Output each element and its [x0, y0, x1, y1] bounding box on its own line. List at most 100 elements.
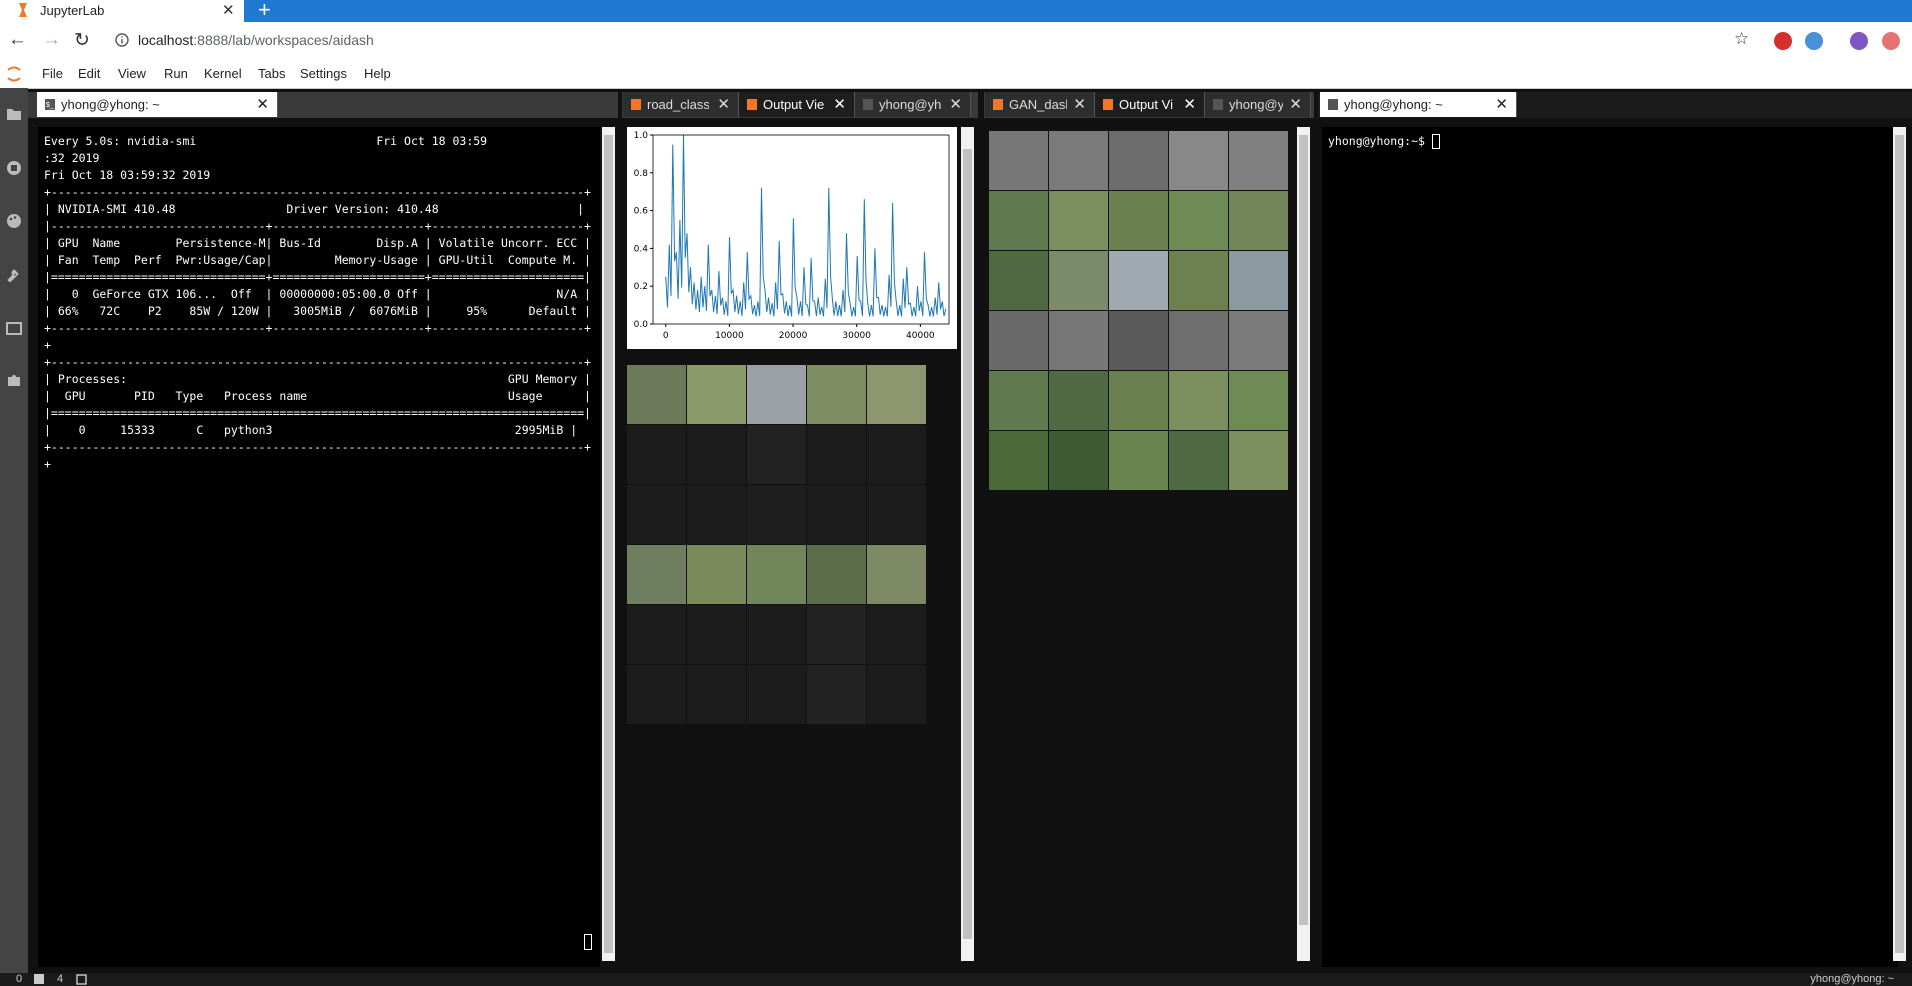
left-panel-tabbar: $_ yhong@yhong: ~ ✕	[28, 92, 618, 118]
aerial-image-tile	[989, 191, 1048, 250]
road-image-tile	[867, 485, 926, 544]
forward-icon[interactable]: →	[42, 29, 61, 51]
x-tick-label: 10000	[715, 331, 744, 341]
y-tick-label: 1.0	[634, 131, 649, 141]
terminal-line: | GPU PID Type Process name Usage |	[44, 389, 591, 403]
y-tick-label: 0.2	[634, 282, 648, 292]
aerial-image-tile	[1049, 431, 1108, 490]
tab-terminal[interactable]: yhong@yh ✕	[855, 92, 971, 117]
notebook-icon	[1103, 99, 1113, 110]
aerial-image-tile	[1169, 251, 1228, 310]
status-kernels-count[interactable]: 0	[16, 973, 22, 985]
road-image-tile	[867, 605, 926, 664]
profile-avatar-icon[interactable]	[1850, 32, 1868, 50]
road-image-tile	[807, 365, 866, 424]
scrollbar[interactable]	[602, 127, 615, 961]
menu-run[interactable]: Run	[164, 66, 188, 81]
scrollbar[interactable]	[1297, 127, 1310, 961]
terminal-cursor	[584, 934, 592, 950]
terminal-line: | Processes: GPU Memory |	[44, 372, 591, 386]
terminal-line: | NVIDIA-SMI 410.48 Driver Version: 410.…	[44, 202, 585, 216]
close-icon[interactable]: ✕	[1289, 95, 1302, 113]
terminal-line: | 0 15333 C python3 2995MiB |	[44, 423, 578, 437]
terminal-icon: $_	[45, 99, 55, 110]
menu-file[interactable]: File	[42, 66, 63, 81]
palette-icon[interactable]	[6, 213, 22, 229]
menu-settings[interactable]: Settings	[300, 66, 347, 81]
terminal-icon	[1328, 99, 1338, 110]
browser-tab-title: JupyterLab	[40, 3, 105, 18]
settings-icon[interactable]	[76, 974, 87, 985]
menu-help[interactable]: Help	[364, 66, 391, 81]
road-image-tile	[747, 365, 806, 424]
tab-gan-dash[interactable]: GAN_dasl ✕	[985, 92, 1095, 117]
terminal-line: +---------------------------------------…	[44, 355, 591, 369]
tab-terminal[interactable]: $_ yhong@yhong: ~ ✕	[37, 92, 278, 117]
road-image-tile	[867, 365, 926, 424]
tab-output-view[interactable]: Output Vie ✕	[739, 92, 855, 117]
aerial-image-tile	[1229, 371, 1288, 430]
nvidia-smi-terminal[interactable]: Every 5.0s: nvidia-smi Fri Oct 18 03:59:…	[38, 127, 600, 967]
terminal-line: | Fan Temp Perf Pwr:Usage/Cap| Memory-Us…	[44, 253, 591, 267]
terminal-cursor	[1431, 134, 1440, 149]
tab-road-classif[interactable]: road_classif ✕	[623, 92, 739, 117]
scrollbar[interactable]	[1893, 127, 1906, 961]
close-icon[interactable]: ✕	[256, 95, 269, 113]
jupyter-favicon-icon	[19, 3, 27, 17]
back-icon[interactable]: ←	[8, 29, 27, 51]
tab-output-view[interactable]: Output Vi ✕	[1095, 92, 1205, 117]
close-icon[interactable]: ✕	[1495, 95, 1508, 113]
folder-icon[interactable]	[6, 106, 22, 122]
menu-kernel[interactable]: Kernel	[204, 66, 242, 81]
shell-terminal[interactable]: yhong@yhong:~$	[1322, 127, 1898, 967]
aerial-image-tile	[1169, 371, 1228, 430]
extension-icon[interactable]	[1882, 32, 1900, 50]
browser-tab[interactable]: JupyterLab ✕	[0, 0, 244, 22]
terminal-line: | 66% 72C P2 85W / 120W | 3005MiB / 6076…	[44, 304, 591, 318]
url-field[interactable]: localhost:8888/lab/workspaces/aidash	[138, 32, 374, 48]
close-icon[interactable]: ✕	[833, 95, 846, 113]
road-image-tile	[807, 425, 866, 484]
road-image-tile	[747, 485, 806, 544]
running-icon[interactable]	[6, 160, 22, 176]
road-image-tile	[687, 365, 746, 424]
close-icon[interactable]: ✕	[1073, 95, 1086, 113]
menu-tabs[interactable]: Tabs	[258, 66, 285, 81]
tab-label: road_classif	[647, 97, 709, 112]
bookmark-star-icon[interactable]: ☆	[1734, 29, 1749, 49]
menu-edit[interactable]: Edit	[78, 66, 100, 81]
extension-icon[interactable]	[1805, 32, 1823, 50]
road-image-tile	[747, 665, 806, 724]
close-icon[interactable]: ✕	[222, 1, 235, 19]
tab-terminal[interactable]: yhong@yhong: ~ ✕	[1320, 92, 1517, 117]
menu-view[interactable]: View	[118, 66, 146, 81]
road-image-tile	[627, 605, 686, 664]
notebook-icon	[747, 99, 757, 110]
close-icon[interactable]: ✕	[1183, 95, 1196, 113]
svg-text:$_: $_	[46, 102, 54, 109]
close-icon[interactable]: ✕	[949, 95, 962, 113]
tab-label: yhong@yhong: ~	[61, 97, 160, 112]
aerial-image-tile	[1049, 191, 1108, 250]
terminal-line: Fri Oct 18 03:59:32 2019	[44, 168, 211, 182]
scrollbar[interactable]	[961, 127, 974, 961]
road-image-tile	[687, 665, 746, 724]
tabs-icon[interactable]	[6, 320, 22, 336]
tab-label: yhong@yh	[879, 97, 942, 112]
status-terminals-count[interactable]: 4	[57, 973, 63, 985]
info-icon[interactable]	[115, 33, 129, 47]
right-panel-tabbar: GAN_dasl ✕ Output Vi ✕ yhong@y ✕	[984, 92, 1314, 118]
reload-icon[interactable]: ↻	[74, 29, 90, 52]
wrench-icon[interactable]	[6, 266, 22, 282]
tab-label: Output Vie	[763, 97, 825, 112]
jupyter-logo-icon	[7, 66, 21, 82]
tab-terminal[interactable]: yhong@y ✕	[1205, 92, 1311, 117]
close-icon[interactable]: ✕	[717, 95, 730, 113]
extension-puzzle-icon[interactable]	[6, 372, 22, 388]
shell-panel-tabbar: yhong@yhong: ~ ✕	[1318, 92, 1912, 118]
y-tick-label: 0.8	[634, 169, 649, 179]
new-tab-button[interactable]: +	[258, 0, 271, 23]
extension-icon[interactable]	[1774, 32, 1792, 50]
road-image-tile	[867, 545, 926, 604]
address-bar: ← → ↻ localhost:8888/lab/workspaces/aida…	[0, 22, 1912, 61]
